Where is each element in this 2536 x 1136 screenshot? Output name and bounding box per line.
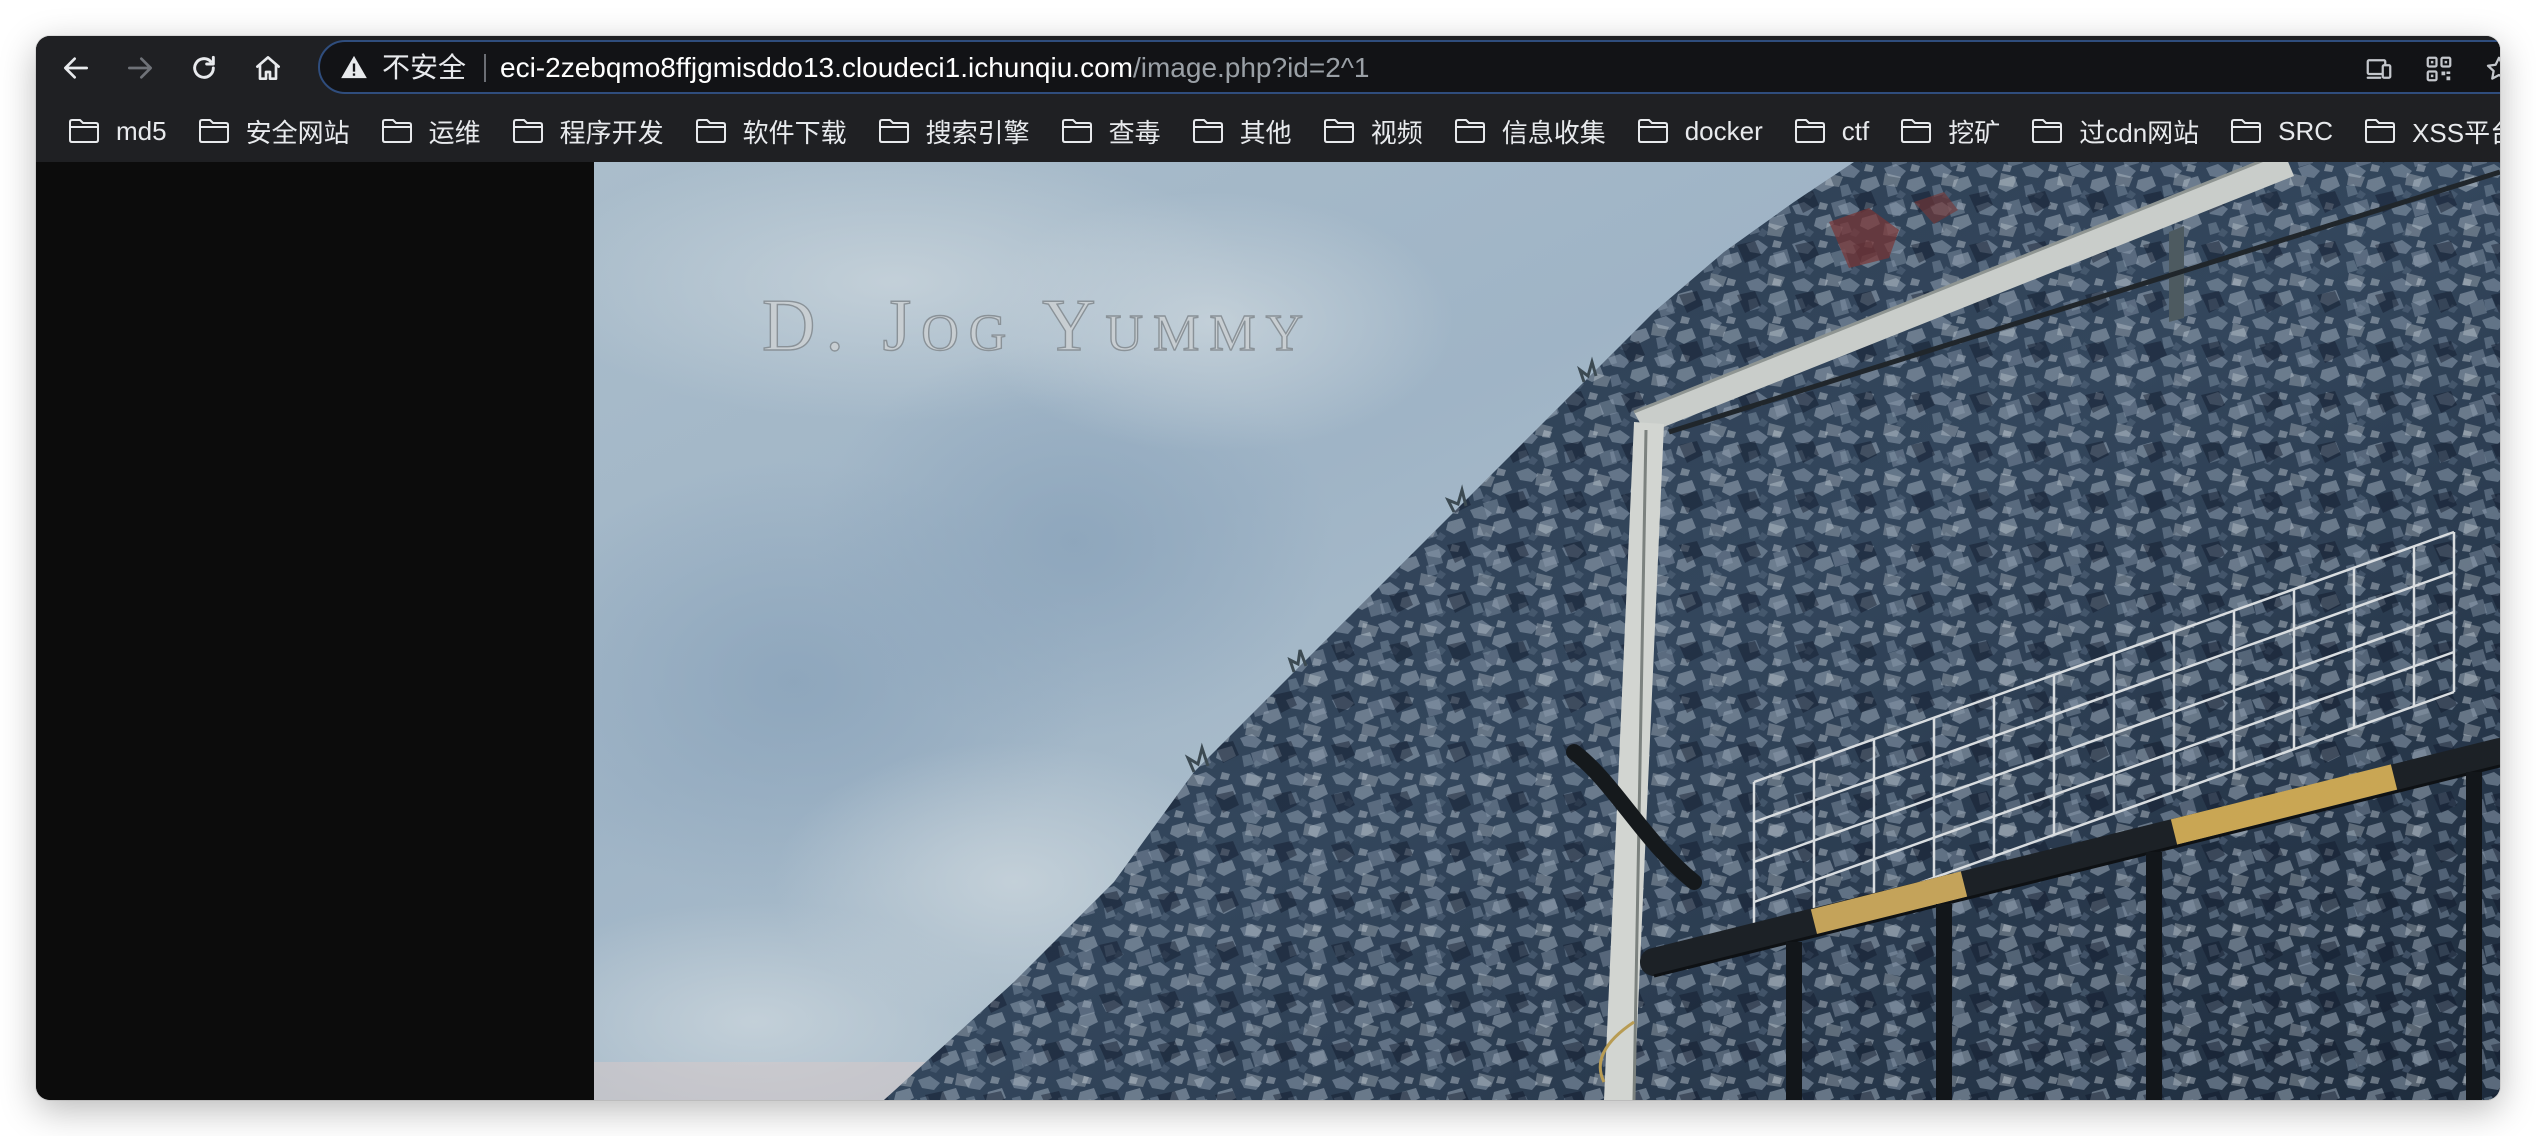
bookmark-folder[interactable]: 挖矿: [1890, 108, 2010, 154]
warning-triangle-icon[interactable]: [340, 53, 368, 81]
bookmark-folder[interactable]: 软件下载: [685, 108, 857, 154]
bookmark-folder[interactable]: ctf: [1784, 108, 1879, 154]
bookmark-label: ctf: [1841, 115, 1870, 146]
bookmark-label: 视频: [1370, 117, 1423, 148]
folder-icon: [1901, 119, 1932, 143]
home-icon: [255, 56, 280, 80]
bookmark-folder[interactable]: 搜索引擎: [868, 108, 1040, 154]
bookmark-label: docker: [1684, 115, 1763, 146]
bookmark-label: 过cdn网站: [2079, 117, 2200, 148]
bookmark-folder[interactable]: XSS平台: [2354, 108, 2500, 154]
folder-icon: [69, 119, 99, 143]
bookmark-folder[interactable]: docker: [1627, 108, 1773, 154]
address-divider: [484, 54, 486, 82]
bookmarks-list: md5 安全网站 运维 程序开发 软件下载 搜索引擎 查毒 其他 视频 信息收集 docker ctf…: [58, 100, 2500, 162]
page-content: D. Jog Yummy: [36, 162, 2500, 1100]
folder-icon: [2365, 119, 2396, 143]
folder-icon: [1192, 119, 1223, 143]
security-status-label[interactable]: 不安全: [382, 51, 466, 85]
bookmark-label: 软件下载: [742, 117, 847, 148]
bookmark-label: 程序开发: [559, 117, 664, 148]
folder-icon: [2032, 119, 2063, 143]
bookmark-label: XSS平台: [2412, 117, 2500, 148]
bookmark-folder[interactable]: 视频: [1313, 108, 1433, 154]
bookmarks-bar: md5 安全网站 运维 程序开发 软件下载 搜索引擎 查毒 其他 视频 信息收集 docker ctf…: [36, 100, 2500, 162]
home-button[interactable]: [246, 46, 290, 90]
bookmark-label: SRC: [2278, 115, 2334, 146]
folder-icon: [1061, 119, 1092, 143]
bookmark-label: 运维: [428, 117, 481, 148]
bookmark-label: 搜索引擎: [925, 117, 1030, 148]
landscape-photo: D. Jog Yummy: [594, 162, 2500, 1100]
bookmark-folder[interactable]: md5: [58, 108, 177, 154]
bookmark-star-icon[interactable]: [2484, 54, 2500, 84]
folder-icon: [1794, 119, 1825, 143]
folder-icon: [1454, 119, 1485, 143]
bookmark-folder[interactable]: 信息收集: [1444, 108, 1616, 154]
reload-icon: [193, 55, 215, 79]
folder-icon: [2231, 119, 2262, 143]
folder-icon: [512, 119, 543, 143]
bookmark-label: 其他: [1239, 117, 1292, 148]
folder-icon: [198, 119, 229, 143]
folder-icon: [1637, 119, 1668, 143]
forward-button[interactable]: [118, 46, 162, 90]
reload-button[interactable]: [182, 46, 226, 90]
folder-icon: [878, 119, 909, 143]
back-button[interactable]: [54, 46, 98, 90]
bookmark-folder[interactable]: 其他: [1182, 108, 1302, 154]
bookmark-folder[interactable]: 过cdn网站: [2021, 108, 2209, 154]
bookmark-label: 查毒: [1108, 117, 1161, 148]
browser-toolbar: 不安全 eci-2zebqmo8ffjgmisddo13.cloudeci1.i…: [36, 36, 2500, 100]
bookmark-folder[interactable]: 运维: [371, 108, 491, 154]
qr-code-icon[interactable]: [2424, 54, 2454, 84]
url-path: /image.php?id=2^1: [1132, 52, 1370, 83]
url-host: eci-2zebqmo8ffjgmisddo13.cloudeci1.ichun…: [500, 52, 1133, 83]
address-bar[interactable]: 不安全 eci-2zebqmo8ffjgmisddo13.cloudeci1.i…: [318, 40, 2500, 94]
arrow-right-icon: [128, 57, 152, 79]
arrow-left-icon: [63, 57, 88, 79]
folder-icon: [695, 119, 726, 143]
bookmark-label: 挖矿: [1948, 117, 2001, 148]
bookmark-folder[interactable]: 安全网站: [188, 108, 360, 154]
bookmark-label: 安全网站: [245, 117, 350, 148]
folder-icon: [1323, 119, 1354, 143]
bookmark-folder[interactable]: 查毒: [1051, 108, 1171, 154]
folder-icon: [381, 119, 412, 143]
image-overlay-text: D. Jog Yummy: [762, 285, 1313, 367]
url-text[interactable]: eci-2zebqmo8ffjgmisddo13.cloudeci1.ichun…: [500, 51, 1370, 85]
bookmark-label: md5: [116, 115, 167, 146]
bookmark-folder[interactable]: SRC: [2220, 108, 2343, 154]
mountain-gate-image: D. Jog Yummy: [594, 162, 2500, 1100]
browser-window: 不安全 eci-2zebqmo8ffjgmisddo13.cloudeci1.i…: [36, 36, 2500, 1100]
install-app-icon[interactable]: [2364, 54, 2394, 84]
bookmark-folder[interactable]: 程序开发: [502, 108, 674, 154]
bookmark-label: 信息收集: [1501, 117, 1606, 148]
